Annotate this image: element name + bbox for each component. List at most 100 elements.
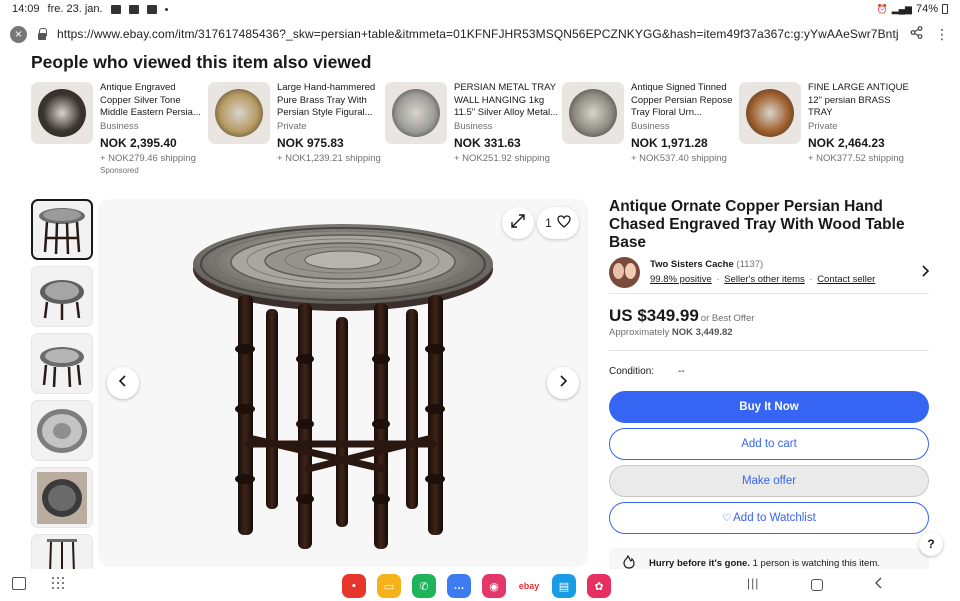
previous-image-button[interactable]: [107, 367, 139, 399]
heart-icon: ♡: [722, 512, 732, 524]
gallery-app-icon[interactable]: ✿: [587, 574, 611, 598]
close-icon[interactable]: ×: [10, 25, 27, 43]
next-image-button[interactable]: [547, 367, 579, 399]
seller-avatar[interactable]: [609, 256, 640, 288]
watch-count: 1: [545, 216, 552, 230]
also-viewed-carousel: Antique Engraved Copper Silver Tone Midd…: [31, 82, 931, 178]
help-button[interactable]: ?: [919, 532, 943, 556]
item-price: US $349.99: [609, 306, 699, 325]
contact-seller-link[interactable]: Contact seller: [817, 274, 875, 285]
also-viewed-name[interactable]: Antique Engraved Copper Silver Tone Midd…: [100, 82, 206, 120]
seller-name[interactable]: Two Sisters Cache: [650, 259, 734, 270]
divider: [609, 350, 929, 351]
also-viewed-name[interactable]: Large Hand-hammered Pure Brass Tray With…: [277, 82, 383, 120]
add-to-watchlist-button[interactable]: ♡ Add to Watchlist: [609, 502, 929, 534]
also-viewed-title: People who viewed this item also viewed: [31, 52, 372, 72]
also-viewed-item[interactable]: FINE LARGE ANTIQUE 12" persian BRASS TRA…: [739, 82, 916, 178]
thumbnail-5[interactable]: [31, 467, 93, 528]
approx-value: NOK 3,449.82: [671, 327, 733, 338]
messages-app-icon[interactable]: …: [447, 574, 471, 598]
url-field[interactable]: https://www.ebay.com/itm/317617485436?_s…: [57, 27, 898, 41]
also-viewed-price: NOK 331.63: [454, 135, 521, 150]
samsung-notes-app-icon[interactable]: ▤: [552, 574, 576, 598]
seller-type: Private: [808, 121, 838, 132]
also-viewed-thumbnail[interactable]: [31, 82, 93, 144]
seller-card[interactable]: Two Sisters Cache (1137) 99.8% positive …: [609, 251, 930, 293]
more-options-icon[interactable]: ⋮: [934, 26, 950, 43]
phone-app-icon[interactable]: ✆: [412, 574, 436, 598]
condition-label: Condition:: [609, 366, 655, 377]
feedback-link[interactable]: 99.8% positive: [650, 274, 712, 285]
thumbnail-6[interactable]: [31, 534, 93, 574]
chevron-right-icon[interactable]: [921, 264, 930, 280]
date: fre. 23. jan.: [47, 3, 103, 15]
product-image: [215, 89, 263, 137]
expand-image-button[interactable]: [502, 207, 534, 239]
shipping-cost: + NOK279.46 shipping: [100, 152, 196, 164]
also-viewed-name[interactable]: PERSIAN METAL TRAY WALL HANGING 1kg 11.5…: [454, 82, 560, 120]
seller-feedback-count: (1137): [736, 259, 764, 270]
also-viewed-thumbnail[interactable]: [739, 82, 801, 144]
add-to-cart-button[interactable]: Add to cart: [609, 428, 929, 460]
also-viewed-item[interactable]: Large Hand-hammered Pure Brass Tray With…: [208, 82, 385, 178]
watch-count-button[interactable]: 1: [537, 207, 579, 239]
also-viewed-item[interactable]: Antique Signed Tinned Copper Persian Rep…: [562, 82, 739, 178]
shipping-cost: + NOK251.92 shipping: [454, 152, 550, 164]
expand-icon: [511, 213, 525, 233]
also-viewed-thumbnail[interactable]: [385, 82, 447, 144]
also-viewed-item[interactable]: PERSIAN METAL TRAY WALL HANGING 1kg 11.5…: [385, 82, 562, 178]
files-app-icon[interactable]: ▭: [377, 574, 401, 598]
urgency-text: 1 person is watching this item.: [752, 557, 880, 569]
lock-icon[interactable]: [37, 28, 47, 40]
battery-icon: [942, 4, 948, 14]
also-viewed-name[interactable]: Antique Signed Tinned Copper Persian Rep…: [631, 82, 737, 120]
condition-value: --: [678, 366, 685, 377]
thumbnail-3[interactable]: [31, 333, 93, 394]
screenshot-icon[interactable]: [12, 577, 26, 590]
product-image: [392, 89, 440, 137]
also-viewed-thumbnail[interactable]: [208, 82, 270, 144]
notification-icon: [146, 4, 157, 14]
also-viewed-price: NOK 1,971.28: [631, 135, 708, 150]
signal-icon: ▂▄▆: [891, 3, 912, 14]
main-product-image[interactable]: [98, 199, 588, 567]
divider: [609, 293, 929, 294]
more-notifications-icon: [164, 7, 168, 11]
apps-grid-icon[interactable]: [52, 577, 64, 589]
address-bar: × https://www.ebay.com/itm/317617485436?…: [0, 20, 960, 48]
home-icon[interactable]: [811, 579, 824, 591]
app-dock: ▪ ▭ ✆ … ◉ ebay ▤ ✿: [342, 574, 611, 598]
ebay-app-icon[interactable]: ebay: [517, 574, 541, 598]
add-to-watchlist-label: Add to Watchlist: [733, 512, 816, 524]
separator: ·: [716, 274, 720, 285]
urgency-title: Hurry before it's gone.: [649, 557, 750, 569]
seller-type: Business: [454, 121, 493, 132]
also-viewed-price: NOK 2,464.23: [808, 135, 885, 150]
recents-icon[interactable]: |||: [747, 576, 759, 592]
approximate-price: Approximately NOK 3,449.82: [609, 327, 733, 338]
alarm-icon: ⏰: [876, 3, 888, 14]
clock: 14:09: [12, 3, 40, 15]
share-icon[interactable]: [908, 26, 924, 42]
product-image: [38, 89, 86, 137]
also-viewed-price: NOK 975.83: [277, 135, 344, 150]
back-icon[interactable]: [875, 576, 883, 592]
thumbnail-4[interactable]: [31, 400, 93, 461]
product-image: [746, 89, 794, 137]
seller-type: Business: [631, 121, 670, 132]
sellers-other-items-link[interactable]: Seller's other items: [724, 274, 804, 285]
also-viewed-thumbnail[interactable]: [562, 82, 624, 144]
status-bar: 14:09 fre. 23. jan. ⏰ ▂▄▆ 74%: [0, 0, 960, 18]
thumbnail-1[interactable]: [31, 199, 93, 260]
make-offer-button[interactable]: Make offer: [609, 465, 929, 497]
also-viewed-name[interactable]: FINE LARGE ANTIQUE 12" persian BRASS TRA…: [808, 82, 914, 120]
seller-type: Business: [100, 121, 139, 132]
buy-it-now-button[interactable]: Buy It Now: [609, 391, 929, 423]
shipping-cost: + NOK377.52 shipping: [808, 152, 904, 164]
also-viewed-item[interactable]: Antique Engraved Copper Silver Tone Midd…: [31, 82, 208, 178]
flipboard-app-icon[interactable]: ▪: [342, 574, 366, 598]
thumbnail-2[interactable]: [31, 266, 93, 327]
best-offer-text: or Best Offer: [700, 313, 755, 324]
camera-app-icon[interactable]: ◉: [482, 574, 506, 598]
notification-icon: [128, 4, 139, 14]
